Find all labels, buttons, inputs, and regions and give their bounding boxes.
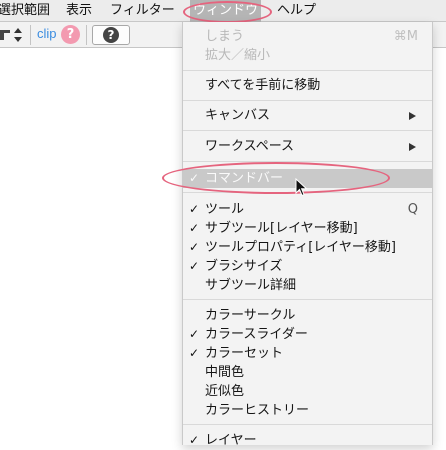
menu-view[interactable]: 表示: [66, 0, 92, 22]
menu-item-sub-tool-detail[interactable]: サブツール詳細: [183, 276, 432, 295]
menu-separator: [183, 70, 432, 71]
mouse-pointer-icon: [295, 178, 308, 197]
menu-item-label: コマンドバー: [205, 171, 284, 186]
menu-item-layer[interactable]: ✓ レイヤー: [183, 431, 432, 450]
checkmark-icon: ✓: [189, 202, 200, 216]
question-circle-icon: ?: [103, 27, 119, 43]
question-icon: ?: [66, 27, 75, 42]
checkmark-icon: ✓: [189, 171, 200, 185]
menu-item-sub-tool[interactable]: ✓ サブツール[レイヤー移動]: [183, 219, 432, 238]
checkmark-icon: ✓: [189, 259, 200, 273]
menu-item-tool[interactable]: ✓ ツール Q: [183, 200, 432, 219]
up-down-stepper-icon[interactable]: [13, 26, 23, 44]
menu-item-label: 中間色: [205, 365, 245, 380]
menu-item-canvas[interactable]: キャンバス: [183, 106, 432, 125]
cursor-tool-icon[interactable]: [0, 27, 12, 43]
menu-item-label: カラーセット: [205, 346, 284, 361]
checkmark-icon: ✓: [189, 346, 200, 360]
menu-item-label: カラーヒストリー: [205, 403, 310, 418]
shortcut-label: Q: [407, 202, 418, 217]
menu-item-label: ツールプロパティ[レイヤー移動]: [205, 240, 396, 255]
menu-item-label: 近似色: [205, 384, 245, 399]
checkmark-icon: ✓: [189, 221, 200, 235]
submenu-arrow-icon: [409, 112, 416, 120]
menu-separator: [183, 100, 432, 101]
menu-item-label: サブツール[レイヤー移動]: [205, 221, 358, 236]
menu-item-label: レイヤー: [205, 433, 257, 448]
menu-item-label: カラーサークル: [205, 308, 296, 323]
checkmark-icon: ✓: [189, 240, 200, 254]
menu-item-color-circle[interactable]: カラーサークル: [183, 306, 432, 325]
menu-item-workspace[interactable]: ワークスペース: [183, 137, 432, 156]
toolbar-divider: [86, 25, 87, 45]
menu-item-label: サブツール詳細: [205, 278, 297, 293]
menu-item-label: キャンバス: [205, 108, 271, 123]
menu-separator: [183, 161, 432, 162]
menu-item-color-slider[interactable]: ✓ カラースライダー: [183, 325, 432, 344]
menu-item-label: ワークスペース: [205, 139, 295, 154]
menu-window[interactable]: ウィンドウ: [190, 0, 262, 22]
help-button[interactable]: ?: [92, 25, 130, 45]
menu-item-label: ブラシサイズ: [205, 259, 283, 274]
menu-item-color-set[interactable]: ✓ カラーセット: [183, 344, 432, 363]
submenu-arrow-icon: [409, 143, 416, 151]
menu-separator: [183, 130, 432, 131]
menu-item-brush-size[interactable]: ✓ ブラシサイズ: [183, 257, 432, 276]
menu-item-label: すべてを手前に移動: [205, 78, 321, 93]
menu-item-tool-property[interactable]: ✓ ツールプロパティ[レイヤー移動]: [183, 238, 432, 257]
menu-item-zoom: 拡大／縮小: [183, 46, 432, 65]
checkmark-icon: ✓: [189, 327, 200, 341]
menu-item-label: しまう: [205, 29, 245, 44]
menu-item-approximate-color[interactable]: 近似色: [183, 382, 432, 401]
checkmark-icon: ✓: [189, 433, 200, 447]
menubar: 選択範囲 表示 フィルター ウィンドウ ヘルプ: [0, 0, 446, 22]
shortcut-label: ⌘M: [393, 29, 418, 44]
menu-filter[interactable]: フィルター: [110, 0, 175, 22]
menu-separator: [183, 424, 432, 425]
menu-separator: [183, 299, 432, 300]
menu-item-intermediate-color[interactable]: 中間色: [183, 363, 432, 382]
menu-item-label: 拡大／縮小: [205, 48, 271, 63]
clip-studio-button[interactable]: clip: [37, 26, 57, 41]
menu-selection[interactable]: 選択範囲: [0, 0, 50, 22]
toolbar-divider: [30, 25, 31, 45]
menu-item-close: しまう ⌘M: [183, 27, 432, 46]
menu-item-label: カラースライダー: [205, 327, 308, 342]
menu-item-label: ツール: [205, 202, 245, 217]
clip-help-badge[interactable]: ?: [61, 25, 80, 44]
menu-item-color-history[interactable]: カラーヒストリー: [183, 401, 432, 420]
window-dropdown-menu: しまう ⌘M 拡大／縮小 すべてを手前に移動 キャンバス ワークスペース ✓ コ…: [182, 22, 433, 448]
menu-help[interactable]: ヘルプ: [277, 0, 316, 22]
menu-item-bring-all-to-front[interactable]: すべてを手前に移動: [183, 76, 432, 95]
